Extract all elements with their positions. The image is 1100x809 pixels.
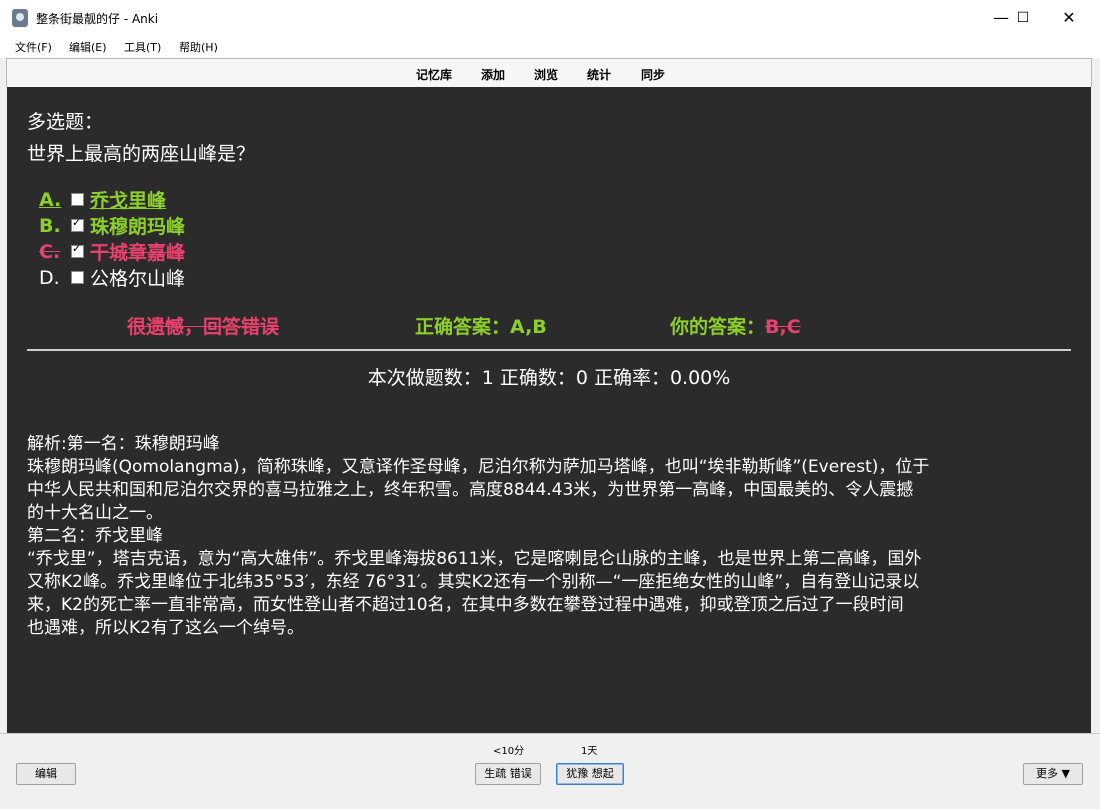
result-message: 很遗憾，回答错误 <box>127 316 280 338</box>
option-letter: B. <box>39 214 61 237</box>
option-b-checkbox <box>71 216 84 232</box>
your-answer-label: 你的答案： <box>670 316 766 338</box>
again-button[interactable]: 生疏 错误 <box>475 763 541 785</box>
option-letter: A. <box>39 188 62 211</box>
divider <box>27 349 1071 351</box>
toolbar-add[interactable]: 添加 <box>481 66 505 83</box>
correct-answer-value: A,B <box>510 316 547 338</box>
interval-again: <10分 <box>493 746 525 757</box>
edit-button[interactable]: 编辑 <box>16 763 76 785</box>
menu-help[interactable]: 帮助(H) <box>179 39 218 55</box>
card-review-area: 多选题： 世界上最高的两座山峰是？ A. 乔戈里峰 B. 珠穆朗玛峰 C. 干城… <box>7 87 1091 733</box>
menu-edit[interactable]: 编辑(E) <box>69 39 107 55</box>
interval-hard: 1天 <box>581 746 598 757</box>
explanation-line: 也遇难，所以K2有了这么一个绰号。 <box>27 618 304 638</box>
your-answer: 你的答案：B,C <box>670 312 801 339</box>
option-d-checkbox <box>71 271 84 284</box>
option-d: D. 公格尔山峰 <box>39 264 185 291</box>
maximize-button[interactable]: ☐ <box>1000 0 1046 36</box>
toolbar-stats[interactable]: 统计 <box>587 66 611 83</box>
session-stats: 本次做题数：1 正确数：0 正确率：0.00% <box>367 367 731 389</box>
option-a: A. 乔戈里峰 <box>39 186 166 213</box>
your-answer-value: B,C <box>765 316 801 338</box>
option-c: C. 干城章嘉峰 <box>39 238 185 265</box>
menu-tools[interactable]: 工具(T) <box>124 39 161 55</box>
anki-app-icon <box>12 9 28 27</box>
correct-answer: 正确答案：A,B <box>415 312 547 339</box>
option-letter: C. <box>39 240 61 263</box>
answer-bar: 编辑 <10分 1天 生疏 错误 犹豫 想起 更多 ▼ <box>0 733 1100 809</box>
more-button[interactable]: 更多 ▼ <box>1023 763 1083 785</box>
option-text: 公格尔山峰 <box>90 268 186 290</box>
option-b: B. 珠穆朗玛峰 <box>39 212 185 239</box>
title-bar: 整条街最靓的仔 - Anki — ☐ ✕ <box>0 0 1100 36</box>
question-type: 多选题： <box>27 111 104 133</box>
toolbar-browse[interactable]: 浏览 <box>534 66 558 83</box>
explanation-line: 的十大名山之一。 <box>27 503 163 523</box>
window-title: 整条街最靓的仔 - Anki <box>36 12 159 26</box>
explanation-line: 珠穆朗玛峰(Qomolangma)，简称珠峰，又意译作圣母峰，尼泊尔称为萨加马塔… <box>27 457 930 477</box>
toolbar-decks[interactable]: 记忆库 <box>416 66 452 83</box>
toolbar-sync[interactable]: 同步 <box>641 66 665 83</box>
main-toolbar: 记忆库 添加 浏览 统计 同步 <box>6 58 1092 87</box>
menu-file[interactable]: 文件(F) <box>15 39 52 55</box>
explanation-line: 来，K2的死亡率一直非常高，而女性登山者不超过10名，在其中多数在攀登过程中遇难… <box>27 595 904 615</box>
option-text: 珠穆朗玛峰 <box>90 216 186 238</box>
explanation: 解析:第一名：珠穆朗玛峰 珠穆朗玛峰(Qomolangma)，简称珠峰，又意译作… <box>27 433 1067 640</box>
option-c-checkbox <box>71 242 84 258</box>
option-letter: D. <box>39 266 60 289</box>
option-a-checkbox <box>71 193 84 206</box>
question-text: 世界上最高的两座山峰是？ <box>27 143 256 165</box>
explanation-line: 中华人民共和国和尼泊尔交界的喜马拉雅之上，终年积雪。高度8844.43米，为世界… <box>27 480 914 500</box>
option-text: 乔戈里峰 <box>90 190 167 212</box>
explanation-line: “乔戈里”，塔吉克语，意为“高大雄伟”。乔戈里峰海拔8611米，它是喀喇昆仑山脉… <box>27 549 922 569</box>
correct-answer-label: 正确答案： <box>415 316 511 338</box>
option-text: 干城章嘉峰 <box>90 242 186 264</box>
menu-bar: 文件(F) 编辑(E) 工具(T) 帮助(H) <box>0 36 1100 58</box>
explanation-line: 第二名：乔戈里峰 <box>27 526 163 546</box>
explanation-line: 解析:第一名：珠穆朗玛峰 <box>27 434 220 454</box>
close-button[interactable]: ✕ <box>1046 0 1092 36</box>
hard-button[interactable]: 犹豫 想起 <box>556 763 624 785</box>
explanation-line: 又称K2峰。乔戈里峰位于北纬35°53′，东经 76°31′。其实K2还有一个别… <box>27 572 920 592</box>
